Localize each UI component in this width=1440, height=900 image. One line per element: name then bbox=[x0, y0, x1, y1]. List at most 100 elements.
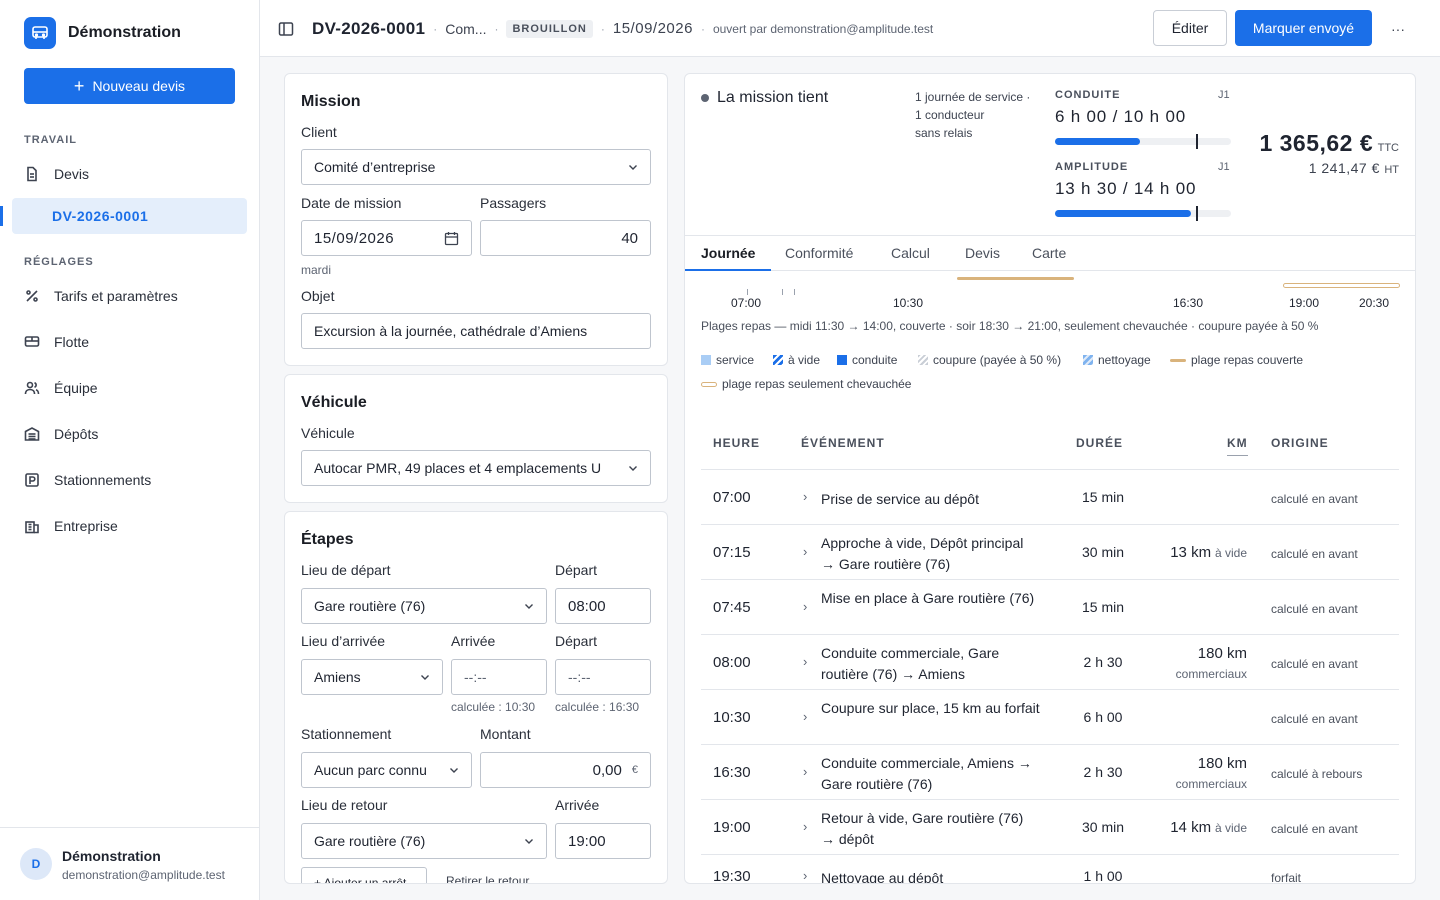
new-quote-button[interactable]: + Nouveau devis bbox=[24, 68, 235, 104]
client-select[interactable]: Comité d’entreprise bbox=[301, 149, 651, 185]
chevron-right-icon[interactable]: › bbox=[803, 544, 807, 559]
chevron-right-icon[interactable]: › bbox=[803, 709, 807, 724]
bus-icon bbox=[24, 17, 56, 49]
day-panel: La mission tient 1 journée de service · … bbox=[684, 73, 1416, 884]
return-arrival-input[interactable]: 19:00 bbox=[555, 823, 651, 859]
chevron-right-icon[interactable]: › bbox=[803, 819, 807, 834]
row-km: 180 km commerciaux bbox=[1176, 753, 1247, 795]
table-row[interactable]: 07:45 › Mise en place à Gare routière (76)… bbox=[701, 579, 1399, 634]
sidebar-item-label: Équipe bbox=[54, 380, 98, 396]
user-name: Démonstration bbox=[62, 848, 161, 864]
row-event: Conduite commerciale, Gare routière (76)… bbox=[821, 644, 1000, 682]
sidebar: Démonstration + Nouveau devis TRAVAIL De… bbox=[0, 0, 260, 900]
row-duration: 2 h 30 bbox=[1083, 653, 1123, 670]
table-row[interactable]: 19:00 › Retour à vide, Gare routière (76) … bbox=[701, 799, 1399, 854]
chevron-right-icon[interactable]: › bbox=[803, 764, 807, 779]
date-value: 15/09/2026 bbox=[314, 229, 395, 247]
row-event: Approche à vide, Dépôt principal → Gare … bbox=[821, 534, 1024, 572]
object-input[interactable]: Excursion à la journée, cathédrale d’Ami… bbox=[301, 313, 651, 349]
legend-swatch bbox=[1083, 355, 1093, 365]
tab-conformite[interactable]: Conformité bbox=[785, 236, 853, 271]
sidebar-item-entreprise[interactable]: Entreprise bbox=[24, 518, 118, 534]
more-options-icon[interactable]: ··· bbox=[1391, 0, 1405, 57]
amount-label: Montant bbox=[480, 726, 531, 742]
column-header-km[interactable]: KM bbox=[1227, 436, 1248, 456]
ttc-label: TTC bbox=[1377, 142, 1399, 154]
column-header-event: ÉVÉNEMENT bbox=[801, 436, 885, 450]
chevron-down-icon bbox=[450, 768, 458, 773]
return-place-label: Lieu de retour bbox=[301, 797, 388, 813]
sidebar-toggle-icon[interactable] bbox=[278, 0, 294, 57]
tab-devis[interactable]: Devis bbox=[965, 236, 1000, 271]
chevron-right-icon[interactable]: › bbox=[803, 599, 807, 614]
parking-select[interactable]: Aucun parc connu bbox=[301, 752, 472, 788]
table-row[interactable]: 07:00 › Prise de service au dépôt 15 min cal… bbox=[701, 469, 1399, 524]
departure-place-select[interactable]: Gare routière (76) bbox=[301, 588, 547, 624]
sidebar-item-flotte[interactable]: Flotte bbox=[24, 334, 89, 350]
sidebar-item-label: Entreprise bbox=[54, 518, 118, 534]
date-input[interactable]: 15/09/2026 bbox=[301, 220, 472, 256]
tab-journee[interactable]: Journée bbox=[685, 236, 772, 271]
status-badge: BROUILLON bbox=[506, 19, 593, 38]
sidebar-item-tarifs[interactable]: Tarifs et paramètres bbox=[24, 288, 178, 304]
arrival-place-select[interactable]: Amiens bbox=[301, 659, 443, 695]
mark-sent-button[interactable]: Marquer envoyé bbox=[1235, 10, 1372, 46]
table-row[interactable]: 10:30 › Coupure sur place, 15 km au forfai… bbox=[701, 689, 1399, 744]
stages-title: Étapes bbox=[301, 531, 354, 548]
remove-return-link[interactable]: Retirer le retour bbox=[446, 874, 529, 883]
row-origin: calculé à rebours bbox=[1271, 766, 1363, 781]
tab-calcul[interactable]: Calcul bbox=[891, 236, 930, 271]
driving-progress bbox=[1055, 134, 1231, 149]
chevron-right-icon[interactable]: › bbox=[803, 489, 807, 504]
add-stop-button[interactable]: + Ajouter un arrêt bbox=[301, 867, 427, 883]
building-icon bbox=[25, 521, 39, 534]
sidebar-item-devis[interactable]: Devis bbox=[24, 166, 89, 182]
passengers-input[interactable]: 40 bbox=[480, 220, 651, 256]
table-row[interactable]: 19:30 › Nettoyage au dépôt 1 h 00 forfait bbox=[701, 854, 1399, 883]
vehicle-value: Autocar PMR, 49 places et 4 emplacements… bbox=[314, 460, 602, 476]
column-header-duration: DURÉE bbox=[1076, 436, 1124, 450]
return-place-select[interactable]: Gare routière (76) bbox=[301, 823, 547, 859]
user-profile[interactable]: D Démonstration demonstration@amplitude.… bbox=[0, 827, 259, 900]
section-work-label: TRAVAIL bbox=[24, 134, 78, 146]
client-value: Comité d’entreprise bbox=[314, 159, 436, 175]
tab-carte[interactable]: Carte bbox=[1032, 236, 1066, 271]
amount-input[interactable]: 0,00 € bbox=[480, 752, 651, 788]
row-event: Prise de service au dépôt bbox=[821, 490, 979, 507]
arrival-time-input[interactable]: --:-- bbox=[451, 659, 547, 695]
chevron-right-icon[interactable]: › bbox=[803, 654, 807, 669]
bus-icon bbox=[24, 336, 40, 347]
brand[interactable]: Démonstration bbox=[24, 17, 181, 49]
passengers-value: 40 bbox=[621, 229, 638, 247]
timeline-tick bbox=[782, 289, 783, 295]
table-row[interactable]: 08:00 › Conduite commerciale, Gare routièr… bbox=[701, 634, 1399, 689]
header: DV-2026-0001 · Com... · BROUILLON · 15/0… bbox=[260, 0, 1440, 57]
timeline-tick-label: 16:30 bbox=[1173, 296, 1204, 310]
departure-time-value: 08:00 bbox=[568, 597, 606, 615]
tabs: Journée Conformité Calcul Devis Carte bbox=[685, 235, 1415, 271]
table-row[interactable]: 07:15 › Approche à vide, Dépôt principal →… bbox=[701, 524, 1399, 579]
sidebar-item-equipe[interactable]: Équipe bbox=[24, 380, 98, 396]
table-row[interactable]: 16:30 › Conduite commerciale, Amiens → Gar… bbox=[701, 744, 1399, 799]
sidebar-item-stationnements[interactable]: Stationnements bbox=[24, 472, 151, 488]
row-origin: calculé en avant bbox=[1271, 601, 1358, 616]
departure2-time-input[interactable]: --:-- bbox=[555, 659, 651, 695]
vehicle-select[interactable]: Autocar PMR, 49 places et 4 emplacements… bbox=[301, 450, 651, 486]
document-icon bbox=[27, 166, 37, 182]
price-ttc-value: 1 365,62 € bbox=[1259, 130, 1374, 156]
row-duration: 6 h 00 bbox=[1083, 708, 1123, 725]
departure-time-input[interactable]: 08:00 bbox=[555, 588, 651, 624]
row-origin: calculé en avant bbox=[1271, 546, 1358, 561]
stages-card: Étapes Lieu de départ Gare routière (76)… bbox=[284, 511, 668, 884]
sidebar-item-depots[interactable]: Dépôts bbox=[24, 426, 98, 442]
chevron-right-icon[interactable]: › bbox=[803, 868, 807, 883]
sidebar-item-label: Flotte bbox=[54, 334, 90, 350]
mission-card: Mission Client Comité d’entreprise Date … bbox=[284, 73, 668, 366]
edit-button[interactable]: Éditer bbox=[1153, 10, 1227, 46]
departure-place-label: Lieu de départ bbox=[301, 562, 391, 578]
row-km: 13 km à vide bbox=[1170, 544, 1247, 561]
calendar-icon[interactable] bbox=[444, 231, 459, 246]
sidebar-item-active-quote[interactable]: DV-2026-0001 bbox=[12, 198, 247, 234]
legend-service: service bbox=[701, 353, 754, 367]
row-km-value: 180 km bbox=[1197, 644, 1247, 662]
